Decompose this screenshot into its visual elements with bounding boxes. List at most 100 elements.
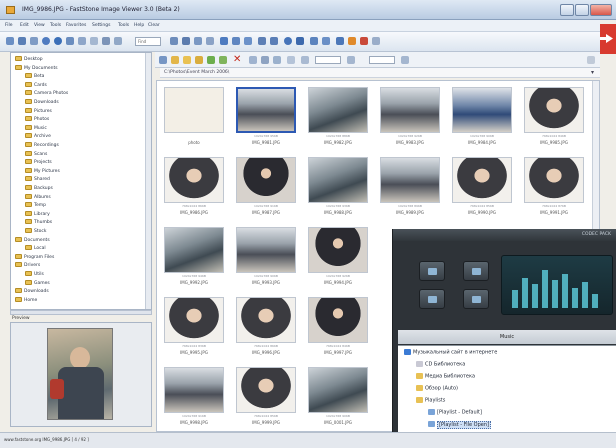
folder-tree-item[interactable]: My Documents [15,64,58,73]
select-all-icon[interactable] [159,56,167,64]
thumbnail-image[interactable] [236,157,296,203]
thumbnail-image[interactable] [236,87,296,133]
address-bar[interactable]: C:\Photos\Event March 2006\ ▾ [160,68,600,78]
wallpaper-icon[interactable] [310,37,318,45]
menu-view[interactable]: View [34,23,45,28]
folder-tree-item[interactable]: Cards [25,81,47,90]
zoom-icon[interactable] [78,37,86,45]
folder-tree-scrollbar[interactable] [145,53,151,309]
thumbnail[interactable]: 1024x768 92KB IMG_9994.JPG [304,225,372,289]
compare-icon[interactable] [206,37,214,45]
untag-icon[interactable] [219,56,227,64]
filter-select[interactable] [369,56,395,64]
list-view-icon[interactable] [194,37,202,45]
thumbnail[interactable]: 1024x768 95KB IMG_9981.JPG [232,85,300,149]
menu-edit[interactable]: Edit [20,23,29,28]
up-icon[interactable] [66,37,74,45]
move-icon[interactable] [232,37,240,45]
thumb-size-icon[interactable] [301,56,309,64]
thumbnail-image[interactable] [164,87,224,133]
thumbnail-image[interactable] [236,367,296,413]
filter-icon[interactable] [261,56,269,64]
thumbnail[interactable]: 1024x768 94KB IMG_9992.JPG [160,225,228,289]
thumb-size-select[interactable] [315,56,341,64]
library-item[interactable]: CD Библиотека [416,361,465,371]
slideshow-icon[interactable] [114,37,122,45]
folder-tree-item[interactable]: Downloads [25,99,59,107]
folder-tree-item[interactable]: Pictures [25,107,52,116]
folder-tree-item[interactable]: Music [25,124,47,133]
menu-help[interactable]: Help [134,23,144,28]
folder-tree-item[interactable]: Documents [15,236,50,245]
menu-file[interactable]: File [5,23,13,28]
convert-icon[interactable] [296,37,304,45]
library-item[interactable]: Музыкальный сайт в интернете [404,349,497,359]
home-icon[interactable] [54,37,62,45]
view-mode-icon[interactable] [287,56,295,64]
menu-tools[interactable]: Tools [50,23,61,28]
thumbnail-image[interactable] [308,157,368,203]
crop-icon[interactable] [102,37,110,45]
folder-tree-item[interactable]: Games [25,279,50,288]
copy-icon[interactable] [220,37,228,45]
thumbnail-image[interactable] [308,367,368,413]
print-icon[interactable] [258,37,266,45]
panel-toggle-icon[interactable] [587,56,595,64]
thumbnail[interactable]: 1024x768 93KB IMG_9988.JPG [304,155,372,219]
thumbnail[interactable]: 1024x768 90KB IMG_9984.JPG [448,85,516,149]
thumbnail[interactable]: photo [160,85,228,149]
thumbnail[interactable]: 1024x768 91KB IMG_9987.JPG [232,155,300,219]
thumbnail-image[interactable] [308,297,368,343]
thumbnail[interactable]: 1024x768 92KB IMG_9983.JPG [376,85,444,149]
library-item[interactable]: Playlists [416,397,445,407]
thumbnail-image[interactable] [452,87,512,133]
thumbnail-image[interactable] [308,227,368,273]
folder-up-icon[interactable] [171,56,179,64]
delete-x-icon[interactable]: ✕ [233,55,243,65]
thumbnail-image[interactable] [164,367,224,413]
folder-tree-item[interactable]: Shared [25,176,50,184]
thumbnail-image[interactable] [236,227,296,273]
thumbnail-view-icon[interactable] [170,37,178,45]
thumbnail-image[interactable] [164,157,224,203]
rename-icon[interactable] [244,37,252,45]
thumbnail-image[interactable] [380,157,440,203]
menu-tools-2[interactable]: Tools [118,23,129,28]
folder-tree-item[interactable]: Scans [25,150,47,159]
forward-icon[interactable] [30,37,38,45]
detail-view-icon[interactable] [182,37,190,45]
group-icon[interactable] [273,56,281,64]
library-item[interactable]: Обзор (Auto) [416,385,458,395]
folder-tree-item[interactable]: Stock [25,228,46,236]
help-icon[interactable] [372,37,380,45]
rotate-icon[interactable] [90,37,98,45]
thumbnail[interactable]: 768x1024 86KB IMG_9986.JPG [160,155,228,219]
settings-icon[interactable] [348,37,356,45]
folder-tree-item[interactable]: Downloads [15,288,49,296]
thumbnail-image[interactable] [380,87,440,133]
folder-tree-item[interactable]: Drivers [15,262,40,270]
thumbnail[interactable]: 1024x768 90KB IMG_9993.JPG [232,225,300,289]
maximize-button[interactable] [575,4,589,16]
folder-tree-item[interactable]: Archive [25,133,51,141]
favorite-folder-icon[interactable] [195,56,203,64]
folder-tree-item[interactable]: Utils [25,271,44,279]
folder-tree-item[interactable]: Program Files [15,253,54,262]
options-icon[interactable] [401,56,409,64]
library-item[interactable]: [Playlist - Default] [428,409,482,419]
refresh-icon[interactable] [42,37,50,45]
thumbnail[interactable]: 1024x768 90KB IMG_0001.JPG [304,365,372,429]
next-button[interactable] [463,289,489,309]
thumbnail[interactable]: 768x1024 85KB IMG_9999.JPG [232,365,300,429]
folder-tree-item[interactable]: Photos [25,116,49,124]
folder-tree-item[interactable]: Projects [25,159,52,167]
tag-icon[interactable] [207,56,215,64]
prev-button[interactable] [419,289,445,309]
thumbnail-image[interactable] [308,87,368,133]
play-button[interactable] [419,261,445,281]
pane-splitter[interactable] [10,310,152,315]
email-icon[interactable] [270,37,278,45]
folder-tree-item[interactable]: Recordings [25,142,59,150]
thumbnail-image[interactable] [452,157,512,203]
thumbnail[interactable]: 768x1024 85KB IMG_9990.JPG [448,155,516,219]
